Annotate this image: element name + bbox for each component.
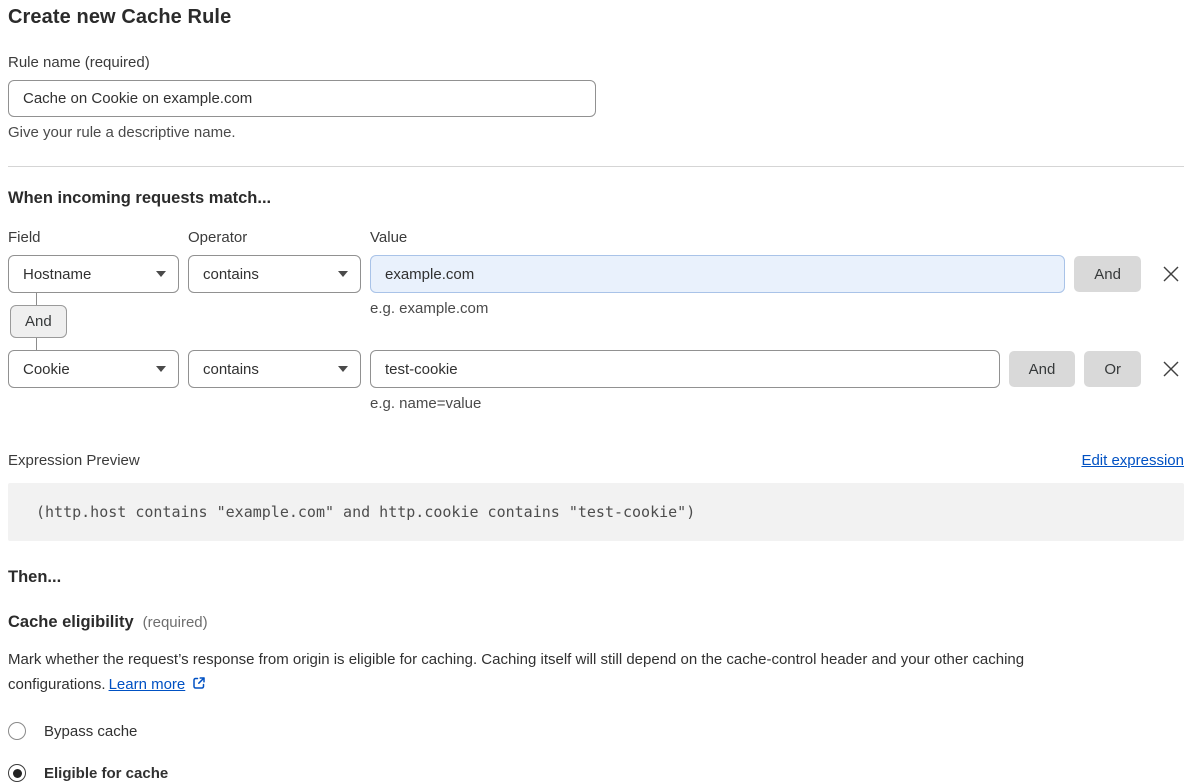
condition-row-2: Cookie contains And Or xyxy=(8,350,1184,388)
match-section-heading: When incoming requests match... xyxy=(8,189,1184,208)
create-cache-rule-form: Create new Cache Rule Rule name (require… xyxy=(8,0,1184,782)
condition-row-1: Hostname contains And xyxy=(8,255,1184,293)
field-select-2-value: Cookie xyxy=(23,361,70,378)
chevron-down-icon xyxy=(156,271,166,277)
radio-option-eligible-for-cache[interactable]: Eligible for cache xyxy=(8,764,1184,782)
and-button-row-2[interactable]: And xyxy=(1009,351,1076,387)
radio-label: Eligible for cache xyxy=(44,765,168,782)
field-select-1-value: Hostname xyxy=(23,266,91,283)
then-heading: Then... xyxy=(8,568,1184,587)
operator-select-2-value: contains xyxy=(203,361,259,378)
rule-name-help: Give your rule a descriptive name. xyxy=(8,124,1184,141)
operator-select-1[interactable]: contains xyxy=(188,255,361,293)
radio-unselected-icon[interactable] xyxy=(8,722,26,740)
chevron-down-icon xyxy=(156,366,166,372)
expression-code: (http.host contains "example.com" and ht… xyxy=(36,503,695,521)
field-select-2[interactable]: Cookie xyxy=(8,350,179,388)
chevron-down-icon xyxy=(338,366,348,372)
chevron-down-icon xyxy=(338,271,348,277)
learn-more-link[interactable]: Learn more xyxy=(109,676,186,693)
cache-eligibility-description: Mark whether the request’s response from… xyxy=(8,647,1164,697)
edit-expression-link[interactable]: Edit expression xyxy=(1081,452,1184,469)
value-input-1[interactable] xyxy=(370,255,1065,293)
field-column-label: Field xyxy=(8,229,188,246)
radio-selected-icon[interactable] xyxy=(8,764,26,782)
operator-column-label: Operator xyxy=(188,229,370,246)
condition-connector-zone: And e.g. example.com xyxy=(8,293,1184,350)
remove-condition-button-1[interactable] xyxy=(1158,261,1184,287)
external-link-icon xyxy=(191,675,207,691)
cache-eligibility-heading-row: Cache eligibility (required) xyxy=(8,613,1184,632)
page-title: Create new Cache Rule xyxy=(8,6,1184,29)
value-column-label: Value xyxy=(370,229,1184,246)
close-icon xyxy=(1160,263,1182,285)
expression-preview-label: Expression Preview xyxy=(8,452,140,469)
required-note: (required) xyxy=(143,614,208,631)
close-icon xyxy=(1160,358,1182,380)
cache-eligibility-heading: Cache eligibility xyxy=(8,613,134,632)
rule-name-label: Rule name (required) xyxy=(8,54,1184,71)
connector-and-button[interactable]: And xyxy=(10,305,67,338)
value-hint-1: e.g. example.com xyxy=(370,300,488,317)
operator-select-1-value: contains xyxy=(203,266,259,283)
condition-column-labels: Field Operator Value xyxy=(8,229,1184,246)
radio-option-bypass-cache[interactable]: Bypass cache xyxy=(8,722,1184,740)
value-hint-2: e.g. name=value xyxy=(370,395,1184,412)
expression-preview-box: (http.host contains "example.com" and ht… xyxy=(8,483,1184,541)
section-divider xyxy=(8,166,1184,167)
field-select-1[interactable]: Hostname xyxy=(8,255,179,293)
radio-label: Bypass cache xyxy=(44,723,137,740)
remove-condition-button-2[interactable] xyxy=(1158,356,1184,382)
operator-select-2[interactable]: contains xyxy=(188,350,361,388)
expression-preview-header: Expression Preview Edit expression xyxy=(8,452,1184,469)
value-input-2[interactable] xyxy=(370,350,1000,388)
and-button-row-1[interactable]: And xyxy=(1074,256,1141,292)
or-button-row-2[interactable]: Or xyxy=(1084,351,1141,387)
rule-name-input[interactable] xyxy=(8,80,596,117)
